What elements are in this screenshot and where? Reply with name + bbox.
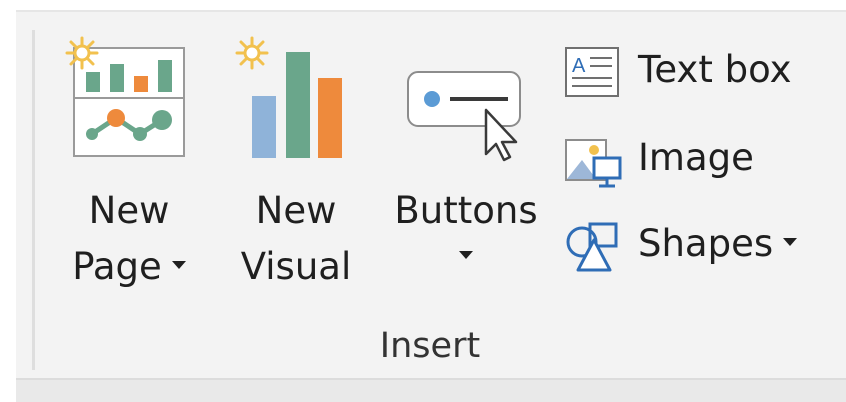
buttons-label: Buttons	[394, 189, 538, 232]
text-box-label: Text box	[638, 48, 792, 91]
left-strip	[0, 0, 16, 400]
chevron-down-icon	[459, 250, 473, 259]
image-button[interactable]: Image	[560, 128, 820, 188]
ribbon-top-border	[16, 10, 846, 12]
new-visual-label: New	[255, 189, 337, 232]
buttons-button[interactable]: Buttons	[386, 30, 546, 300]
new-visual-button[interactable]: New Visual	[222, 30, 370, 300]
ribbon-frame: New Page New Visual Buttons A Text box I…	[0, 0, 846, 402]
shapes-label-row: Shapes	[638, 216, 798, 272]
new-page-label-line2: Page	[60, 238, 198, 296]
shapes-icon	[564, 220, 624, 280]
shapes-label: Shapes	[638, 222, 774, 265]
new-visual-label-line2: Visual	[240, 245, 352, 288]
new-page-label-text: Page	[72, 245, 162, 288]
text-box-button[interactable]: A Text box	[560, 40, 820, 100]
chevron-down-icon	[171, 260, 186, 269]
image-label: Image	[638, 136, 754, 179]
new-page-icon	[62, 34, 194, 166]
text-box-icon: A	[564, 46, 622, 104]
button-with-cursor-icon	[404, 66, 534, 166]
chevron-down-icon	[783, 237, 798, 246]
image-icon	[564, 134, 624, 196]
group-label-insert: Insert	[379, 326, 481, 366]
svg-text:A: A	[572, 55, 586, 77]
group-divider	[32, 30, 35, 370]
buttons-dropdown	[386, 248, 546, 267]
shapes-button[interactable]: Shapes	[560, 214, 820, 274]
ribbon-bottom-band	[16, 378, 846, 402]
new-page-button[interactable]: New Page	[60, 30, 198, 300]
new-visual-icon	[230, 34, 362, 166]
new-page-label: New	[88, 189, 170, 232]
